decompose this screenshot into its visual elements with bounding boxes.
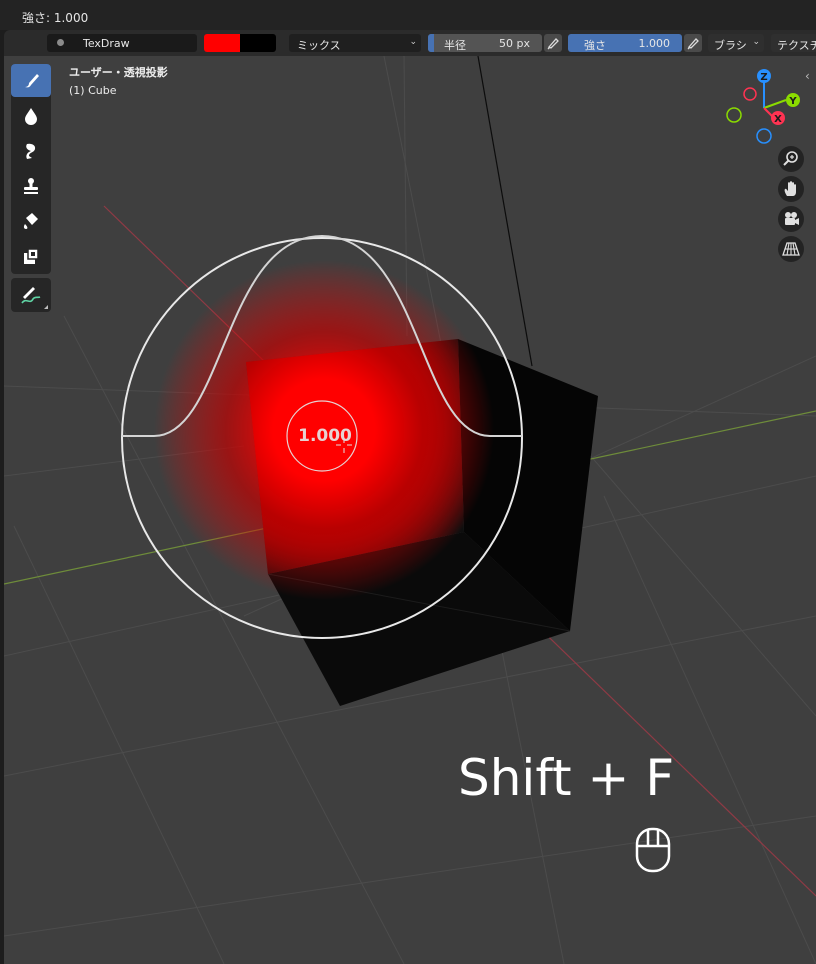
negative-y-handle: [726, 107, 742, 123]
texture-menu-label: テクスチ: [777, 39, 816, 52]
z-axis-label: Z: [760, 72, 767, 83]
fill-icon: [23, 212, 38, 229]
tool-mask[interactable]: [11, 239, 51, 272]
grid-perspective-icon: [782, 242, 800, 256]
view-title: ユーザー・透視投影: [69, 66, 168, 79]
corner-indicator: [44, 305, 48, 309]
tool-smear[interactable]: [11, 134, 51, 167]
smear-icon: [26, 143, 36, 159]
3d-viewport[interactable]: ユーザー・透視投影 (1) Cube Z Y X ‹ 1.000 Shift +…: [4, 56, 816, 964]
sidebar-toggle-icon[interactable]: ‹: [805, 69, 810, 83]
chevron-down-icon: ⌄: [752, 37, 760, 47]
mouse-icon: [635, 827, 671, 873]
zoom-icon: [783, 151, 798, 166]
x-axis-label: X: [774, 114, 782, 125]
color-swatch[interactable]: [204, 34, 276, 52]
radius-label: 半径: [444, 39, 466, 52]
camera-icon: [785, 212, 799, 225]
secondary-color[interactable]: [240, 34, 276, 52]
strength-value: 1.000: [638, 37, 671, 50]
keyboard-shortcut-overlay: Shift + F: [458, 749, 675, 807]
brush-name: TexDraw: [83, 37, 130, 50]
perspective-toggle-button[interactable]: [778, 236, 804, 262]
y-axis-label: Y: [788, 96, 797, 107]
radius-pressure-button[interactable]: [544, 34, 562, 52]
tool-draw[interactable]: [11, 64, 51, 97]
strength-label: 強さ: [584, 39, 606, 52]
radius-fill: [428, 34, 434, 52]
radius-value: 50 px: [499, 37, 530, 50]
tool-shelf: [11, 64, 51, 274]
status-text: 強さ: 1.000: [22, 11, 89, 25]
chevron-down-icon: ⌄: [409, 37, 417, 47]
tool-settings-header: TexDraw ミックス ⌄ 半径 50 px 強さ 1.000 ブラシ ⌄ テ…: [4, 30, 816, 56]
view-info: ユーザー・透視投影 (1) Cube: [69, 64, 168, 100]
brush-selector[interactable]: TexDraw: [47, 34, 197, 52]
draw-icon: [25, 73, 39, 87]
clone-icon: [24, 177, 38, 194]
brush-strength-readout: 1.000: [298, 426, 352, 446]
navigation-gizmo[interactable]: Z Y X: [722, 64, 814, 148]
pan-button[interactable]: [778, 176, 804, 202]
pen-pressure-icon: [687, 38, 699, 50]
negative-x-handle: [743, 87, 757, 101]
tool-clone[interactable]: [11, 169, 51, 202]
strength-slider[interactable]: 強さ 1.000: [568, 34, 682, 52]
tool-fill[interactable]: [11, 204, 51, 237]
brush-icon: [57, 39, 64, 46]
brush-menu-label: ブラシ: [714, 39, 747, 52]
pen-pressure-icon: [547, 38, 559, 50]
blend-mode-label: ミックス: [297, 39, 341, 52]
annotate-tool-group: [11, 278, 51, 312]
annotate-icon: [21, 287, 41, 304]
status-bar: 強さ: 1.000: [0, 0, 816, 30]
tool-soften[interactable]: [11, 99, 51, 132]
brush-menu[interactable]: ブラシ ⌄: [708, 34, 764, 52]
pan-hand-icon: [784, 181, 796, 196]
negative-z-handle: [756, 128, 772, 144]
zoom-button[interactable]: [778, 146, 804, 172]
mask-icon: [24, 247, 39, 264]
primary-color[interactable]: [204, 34, 240, 52]
soften-icon: [25, 107, 37, 125]
blend-mode-dropdown[interactable]: ミックス ⌄: [289, 34, 421, 52]
texture-menu[interactable]: テクスチ: [771, 34, 816, 52]
active-object-name: (1) Cube: [69, 84, 117, 97]
camera-view-button[interactable]: [778, 206, 804, 232]
strength-pressure-button[interactable]: [684, 34, 702, 52]
viewport-scene: [4, 56, 816, 964]
camera-line: [477, 56, 533, 367]
radius-slider[interactable]: 半径 50 px: [428, 34, 542, 52]
